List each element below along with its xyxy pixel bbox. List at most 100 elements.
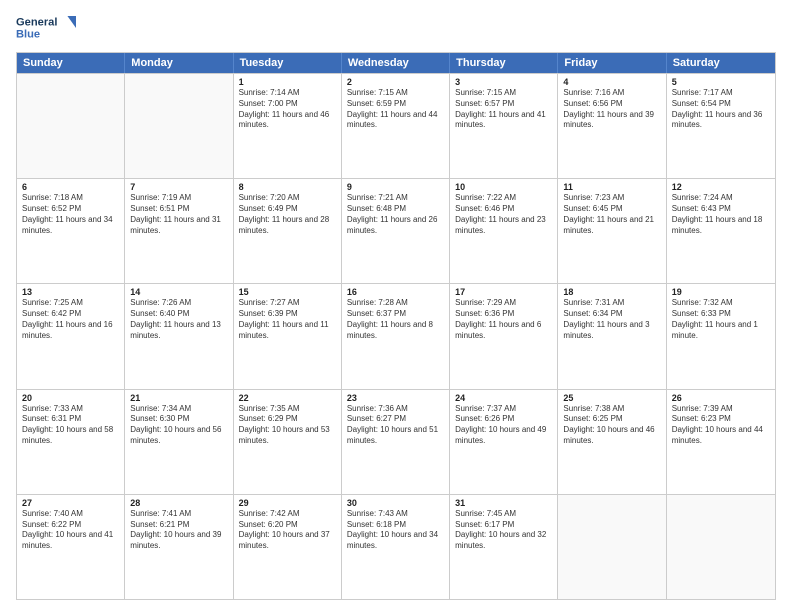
calendar-cell: 14Sunrise: 7:26 AM Sunset: 6:40 PM Dayli… [125, 284, 233, 388]
cell-info: Sunrise: 7:18 AM Sunset: 6:52 PM Dayligh… [22, 193, 119, 236]
day-number: 3 [455, 77, 552, 87]
calendar-cell [17, 74, 125, 178]
cell-info: Sunrise: 7:19 AM Sunset: 6:51 PM Dayligh… [130, 193, 227, 236]
day-number: 18 [563, 287, 660, 297]
logo: General Blue [16, 12, 76, 44]
day-number: 31 [455, 498, 552, 508]
calendar-cell: 17Sunrise: 7:29 AM Sunset: 6:36 PM Dayli… [450, 284, 558, 388]
day-number: 24 [455, 393, 552, 403]
cell-info: Sunrise: 7:38 AM Sunset: 6:25 PM Dayligh… [563, 404, 660, 447]
calendar-cell: 5Sunrise: 7:17 AM Sunset: 6:54 PM Daylig… [667, 74, 775, 178]
day-number: 29 [239, 498, 336, 508]
calendar-cell: 21Sunrise: 7:34 AM Sunset: 6:30 PM Dayli… [125, 390, 233, 494]
cell-info: Sunrise: 7:37 AM Sunset: 6:26 PM Dayligh… [455, 404, 552, 447]
calendar-week-4: 20Sunrise: 7:33 AM Sunset: 6:31 PM Dayli… [17, 389, 775, 494]
calendar-week-2: 6Sunrise: 7:18 AM Sunset: 6:52 PM Daylig… [17, 178, 775, 283]
day-number: 14 [130, 287, 227, 297]
cell-info: Sunrise: 7:39 AM Sunset: 6:23 PM Dayligh… [672, 404, 770, 447]
cell-info: Sunrise: 7:15 AM Sunset: 6:57 PM Dayligh… [455, 88, 552, 131]
calendar-cell: 12Sunrise: 7:24 AM Sunset: 6:43 PM Dayli… [667, 179, 775, 283]
calendar-cell: 11Sunrise: 7:23 AM Sunset: 6:45 PM Dayli… [558, 179, 666, 283]
calendar-header-row: SundayMondayTuesdayWednesdayThursdayFrid… [17, 53, 775, 73]
day-number: 6 [22, 182, 119, 192]
calendar-cell: 22Sunrise: 7:35 AM Sunset: 6:29 PM Dayli… [234, 390, 342, 494]
calendar-cell: 9Sunrise: 7:21 AM Sunset: 6:48 PM Daylig… [342, 179, 450, 283]
calendar-cell [558, 495, 666, 599]
cell-info: Sunrise: 7:22 AM Sunset: 6:46 PM Dayligh… [455, 193, 552, 236]
calendar-cell: 24Sunrise: 7:37 AM Sunset: 6:26 PM Dayli… [450, 390, 558, 494]
calendar-cell: 30Sunrise: 7:43 AM Sunset: 6:18 PM Dayli… [342, 495, 450, 599]
cell-info: Sunrise: 7:45 AM Sunset: 6:17 PM Dayligh… [455, 509, 552, 552]
day-number: 30 [347, 498, 444, 508]
cell-info: Sunrise: 7:40 AM Sunset: 6:22 PM Dayligh… [22, 509, 119, 552]
day-number: 21 [130, 393, 227, 403]
cell-info: Sunrise: 7:41 AM Sunset: 6:21 PM Dayligh… [130, 509, 227, 552]
cell-info: Sunrise: 7:32 AM Sunset: 6:33 PM Dayligh… [672, 298, 770, 341]
day-number: 11 [563, 182, 660, 192]
calendar-week-1: 1Sunrise: 7:14 AM Sunset: 7:00 PM Daylig… [17, 73, 775, 178]
day-number: 10 [455, 182, 552, 192]
day-number: 22 [239, 393, 336, 403]
calendar-cell: 10Sunrise: 7:22 AM Sunset: 6:46 PM Dayli… [450, 179, 558, 283]
cell-info: Sunrise: 7:14 AM Sunset: 7:00 PM Dayligh… [239, 88, 336, 131]
day-number: 19 [672, 287, 770, 297]
calendar-cell: 8Sunrise: 7:20 AM Sunset: 6:49 PM Daylig… [234, 179, 342, 283]
calendar-cell: 25Sunrise: 7:38 AM Sunset: 6:25 PM Dayli… [558, 390, 666, 494]
header-day-monday: Monday [125, 53, 233, 73]
calendar-cell: 23Sunrise: 7:36 AM Sunset: 6:27 PM Dayli… [342, 390, 450, 494]
day-number: 5 [672, 77, 770, 87]
calendar-cell: 28Sunrise: 7:41 AM Sunset: 6:21 PM Dayli… [125, 495, 233, 599]
cell-info: Sunrise: 7:23 AM Sunset: 6:45 PM Dayligh… [563, 193, 660, 236]
day-number: 9 [347, 182, 444, 192]
cell-info: Sunrise: 7:29 AM Sunset: 6:36 PM Dayligh… [455, 298, 552, 341]
calendar: SundayMondayTuesdayWednesdayThursdayFrid… [16, 52, 776, 600]
cell-info: Sunrise: 7:15 AM Sunset: 6:59 PM Dayligh… [347, 88, 444, 131]
day-number: 25 [563, 393, 660, 403]
day-number: 20 [22, 393, 119, 403]
calendar-week-3: 13Sunrise: 7:25 AM Sunset: 6:42 PM Dayli… [17, 283, 775, 388]
svg-text:Blue: Blue [16, 28, 40, 40]
cell-info: Sunrise: 7:16 AM Sunset: 6:56 PM Dayligh… [563, 88, 660, 131]
calendar-cell: 20Sunrise: 7:33 AM Sunset: 6:31 PM Dayli… [17, 390, 125, 494]
svg-text:General: General [16, 16, 57, 28]
day-number: 7 [130, 182, 227, 192]
header-day-friday: Friday [558, 53, 666, 73]
calendar-cell: 16Sunrise: 7:28 AM Sunset: 6:37 PM Dayli… [342, 284, 450, 388]
day-number: 28 [130, 498, 227, 508]
cell-info: Sunrise: 7:42 AM Sunset: 6:20 PM Dayligh… [239, 509, 336, 552]
cell-info: Sunrise: 7:21 AM Sunset: 6:48 PM Dayligh… [347, 193, 444, 236]
calendar-cell: 1Sunrise: 7:14 AM Sunset: 7:00 PM Daylig… [234, 74, 342, 178]
header-day-saturday: Saturday [667, 53, 775, 73]
calendar-week-5: 27Sunrise: 7:40 AM Sunset: 6:22 PM Dayli… [17, 494, 775, 599]
calendar-cell: 26Sunrise: 7:39 AM Sunset: 6:23 PM Dayli… [667, 390, 775, 494]
day-number: 13 [22, 287, 119, 297]
calendar-cell [125, 74, 233, 178]
cell-info: Sunrise: 7:25 AM Sunset: 6:42 PM Dayligh… [22, 298, 119, 341]
header-day-tuesday: Tuesday [234, 53, 342, 73]
cell-info: Sunrise: 7:35 AM Sunset: 6:29 PM Dayligh… [239, 404, 336, 447]
header-day-thursday: Thursday [450, 53, 558, 73]
cell-info: Sunrise: 7:33 AM Sunset: 6:31 PM Dayligh… [22, 404, 119, 447]
day-number: 2 [347, 77, 444, 87]
calendar-cell: 31Sunrise: 7:45 AM Sunset: 6:17 PM Dayli… [450, 495, 558, 599]
calendar-cell: 18Sunrise: 7:31 AM Sunset: 6:34 PM Dayli… [558, 284, 666, 388]
page: General Blue SundayMondayTuesdayWednesda… [0, 0, 792, 612]
cell-info: Sunrise: 7:28 AM Sunset: 6:37 PM Dayligh… [347, 298, 444, 341]
cell-info: Sunrise: 7:34 AM Sunset: 6:30 PM Dayligh… [130, 404, 227, 447]
cell-info: Sunrise: 7:27 AM Sunset: 6:39 PM Dayligh… [239, 298, 336, 341]
calendar-cell [667, 495, 775, 599]
day-number: 16 [347, 287, 444, 297]
header-day-sunday: Sunday [17, 53, 125, 73]
cell-info: Sunrise: 7:43 AM Sunset: 6:18 PM Dayligh… [347, 509, 444, 552]
day-number: 23 [347, 393, 444, 403]
cell-info: Sunrise: 7:20 AM Sunset: 6:49 PM Dayligh… [239, 193, 336, 236]
day-number: 1 [239, 77, 336, 87]
day-number: 27 [22, 498, 119, 508]
day-number: 12 [672, 182, 770, 192]
calendar-cell: 7Sunrise: 7:19 AM Sunset: 6:51 PM Daylig… [125, 179, 233, 283]
calendar-cell: 29Sunrise: 7:42 AM Sunset: 6:20 PM Dayli… [234, 495, 342, 599]
day-number: 17 [455, 287, 552, 297]
calendar-cell: 15Sunrise: 7:27 AM Sunset: 6:39 PM Dayli… [234, 284, 342, 388]
cell-info: Sunrise: 7:31 AM Sunset: 6:34 PM Dayligh… [563, 298, 660, 341]
calendar-body: 1Sunrise: 7:14 AM Sunset: 7:00 PM Daylig… [17, 73, 775, 599]
